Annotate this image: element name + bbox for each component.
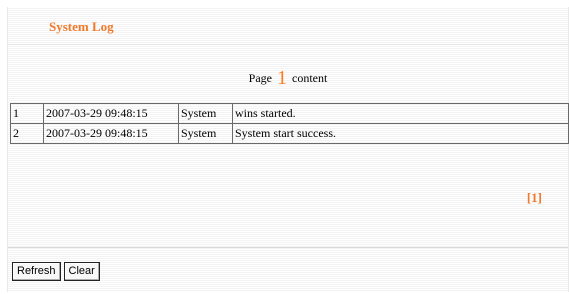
- log-message-cell: wins started.: [232, 103, 569, 124]
- page-title: System Log: [49, 19, 114, 34]
- log-message-cell: System start success.: [232, 123, 569, 144]
- table-row: 2 2007-03-29 09:48:15 System System star…: [10, 123, 569, 144]
- page-suffix: content: [292, 71, 328, 85]
- log-index-cell: 2: [10, 123, 44, 144]
- page-indicator: Page 1 content: [8, 67, 568, 90]
- page-number: 1: [277, 67, 287, 89]
- clear-button[interactable]: Clear: [63, 262, 100, 281]
- pager-link-1[interactable]: [1]: [527, 190, 542, 206]
- action-buttons: Refresh Clear: [12, 262, 100, 281]
- refresh-button[interactable]: Refresh: [12, 262, 61, 281]
- log-time-cell: 2007-03-29 09:48:15: [43, 103, 179, 124]
- log-table: 1 2007-03-29 09:48:15 System wins starte…: [10, 103, 569, 144]
- divider: [8, 247, 568, 248]
- table-row: 1 2007-03-29 09:48:15 System wins starte…: [10, 103, 569, 124]
- log-source-cell: System: [178, 103, 233, 124]
- log-index-cell: 1: [10, 103, 44, 124]
- title-bar: System Log: [8, 7, 568, 45]
- page-prefix: Page: [248, 71, 272, 85]
- system-log-panel: System Log Page 1 content 1 2007-03-29 0…: [7, 7, 569, 292]
- log-time-cell: 2007-03-29 09:48:15: [43, 123, 179, 144]
- log-source-cell: System: [178, 123, 233, 144]
